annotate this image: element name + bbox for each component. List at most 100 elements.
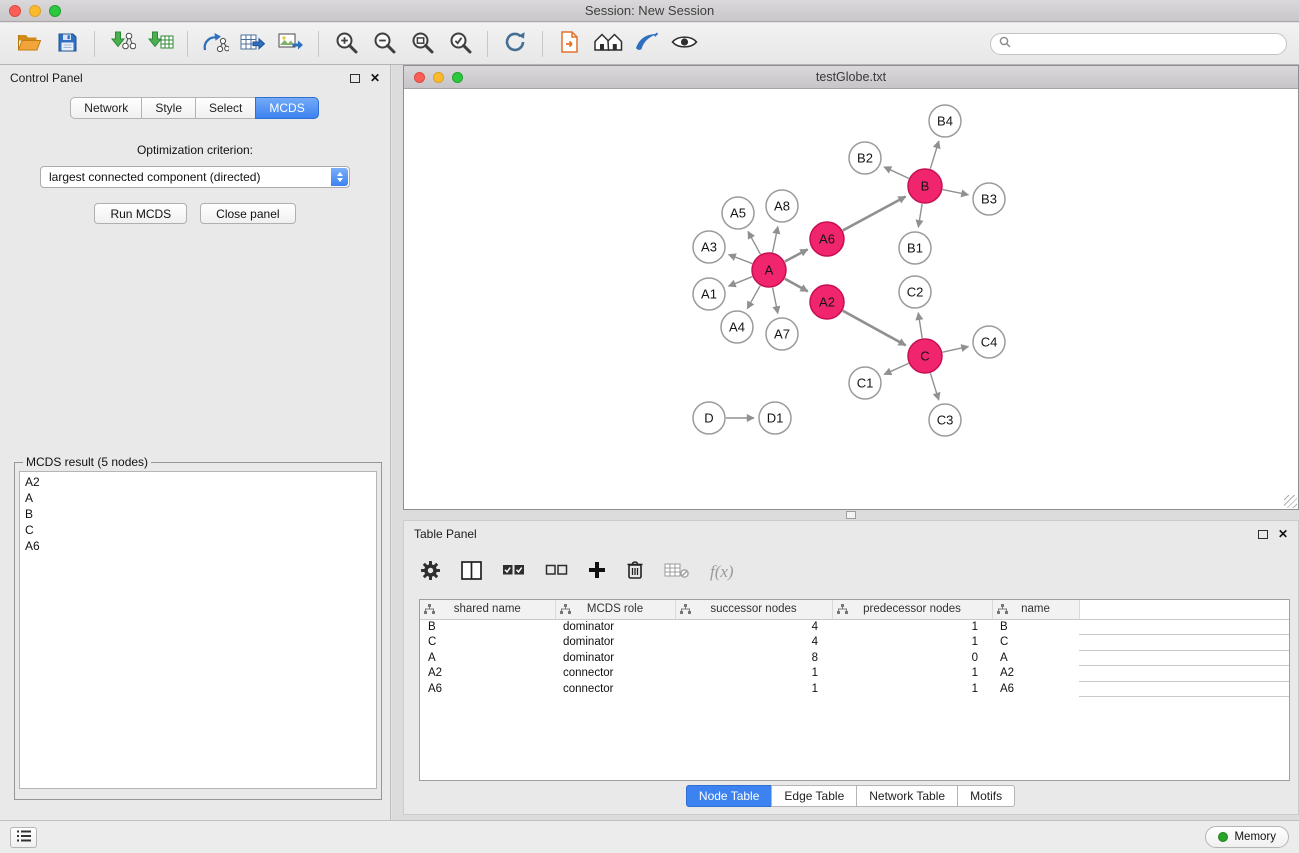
edge-A-A3[interactable] [729,255,753,264]
search-input[interactable] [1016,37,1278,51]
column-header-predecessor-nodes[interactable]: predecessor nodes [832,600,992,619]
tab-network[interactable]: Network [70,97,142,119]
show-hide-button[interactable] [665,27,703,61]
cell-name[interactable]: C [992,635,1079,651]
edge-C-C3[interactable] [930,373,938,400]
optimization-criterion-dropdown[interactable]: largest connected component (directed) [40,166,350,188]
cell-predecessor-nodes[interactable]: 1 [832,619,992,635]
table-row[interactable]: A2connector11A2 [420,666,1289,682]
node-C4[interactable]: C4 [973,326,1005,358]
node-A2[interactable]: A2 [810,285,844,319]
cell-successor-nodes[interactable]: 4 [675,635,832,651]
cell-predecessor-nodes[interactable]: 1 [832,666,992,682]
mcds-result-item[interactable]: B [20,506,376,522]
cell-name[interactable]: B [992,619,1079,635]
float-table-panel-button[interactable] [1258,530,1268,539]
memory-button[interactable]: Memory [1205,826,1289,848]
tab-motifs[interactable]: Motifs [957,785,1015,807]
export-network-button[interactable] [196,27,234,61]
node-A4[interactable]: A4 [721,311,753,343]
select-all-button[interactable] [502,563,525,580]
delete-table-button[interactable] [664,562,690,582]
minimize-network-window-button[interactable] [433,72,444,83]
cell-predecessor-nodes[interactable]: 1 [832,681,992,697]
deselect-all-button[interactable] [545,563,568,580]
mcds-result-list[interactable]: A2ABCA6 [19,471,377,789]
zoom-fit-button[interactable] [403,27,441,61]
cell-shared-name[interactable]: C [420,635,555,651]
cell-successor-nodes[interactable]: 1 [675,666,832,682]
open-session-button[interactable] [10,27,48,61]
column-chooser-button[interactable] [461,561,482,583]
refresh-button[interactable] [496,27,534,61]
cell-mcds-role[interactable]: dominator [555,619,675,635]
cell-successor-nodes[interactable]: 1 [675,681,832,697]
edge-A-A4[interactable] [747,286,760,309]
cell-mcds-role[interactable]: connector [555,666,675,682]
splitter-handle[interactable] [846,511,856,519]
import-table-file-button[interactable] [141,27,179,61]
table-row[interactable]: Cdominator41C [420,635,1289,651]
table-row[interactable]: A6connector11A6 [420,681,1289,697]
node-A5[interactable]: A5 [722,197,754,229]
node-A1[interactable]: A1 [693,278,725,310]
column-header-name[interactable]: name [992,600,1079,619]
tab-select[interactable]: Select [195,97,256,119]
delete-column-button[interactable] [626,560,644,583]
edge-A-A1[interactable] [728,277,752,287]
column-header-mcds-role[interactable]: MCDS role [555,600,675,619]
tab-network-table[interactable]: Network Table [856,785,958,807]
edge-B-B4[interactable] [930,141,939,169]
close-panel-button[interactable]: ✕ [370,72,380,84]
function-builder-button[interactable]: f(x) [710,562,734,582]
edge-A-A2[interactable] [785,279,808,292]
node-D[interactable]: D [693,402,725,434]
cell-shared-name[interactable]: A6 [420,681,555,697]
node-C[interactable]: C [908,339,942,373]
tab-edge-table[interactable]: Edge Table [771,785,857,807]
tab-node-table[interactable]: Node Table [686,785,773,807]
cell-predecessor-nodes[interactable]: 1 [832,635,992,651]
node-D1[interactable]: D1 [759,402,791,434]
node-A[interactable]: A [752,253,786,287]
cell-shared-name[interactable]: A [420,650,555,666]
edge-A-A8[interactable] [773,227,778,253]
node-B4[interactable]: B4 [929,105,961,137]
cell-name[interactable]: A6 [992,681,1079,697]
tab-mcds[interactable]: MCDS [255,97,318,119]
network-graph[interactable]: B4B2BB3A8A5A6A3B1AC2A1A2A4A7C4CC1C3DD1 [404,89,1298,509]
edge-A-A6[interactable] [785,249,808,261]
close-panel-button-secondary[interactable]: Close panel [200,203,295,224]
node-A7[interactable]: A7 [766,318,798,350]
window-resize-grip[interactable] [1284,495,1297,508]
task-history-button[interactable] [10,827,37,848]
edge-C-C1[interactable] [884,363,908,374]
add-column-button[interactable] [588,561,606,582]
cell-name[interactable]: A2 [992,666,1079,682]
cell-mcds-role[interactable]: connector [555,681,675,697]
cell-shared-name[interactable]: A2 [420,666,555,682]
cell-name[interactable]: A [992,650,1079,666]
mcds-result-item[interactable]: A2 [20,474,376,490]
node-B[interactable]: B [908,169,942,203]
node-B3[interactable]: B3 [973,183,1005,215]
edge-C-C2[interactable] [918,313,922,338]
import-network-file-button[interactable] [103,27,141,61]
node-A8[interactable]: A8 [766,190,798,222]
table-row[interactable]: Adominator80A [420,650,1289,666]
column-header-successor-nodes[interactable]: successor nodes [675,600,832,619]
tab-style[interactable]: Style [141,97,196,119]
node-C3[interactable]: C3 [929,404,961,436]
mcds-result-item[interactable]: A [20,490,376,506]
cell-mcds-role[interactable]: dominator [555,650,675,666]
node-B1[interactable]: B1 [899,232,931,264]
edge-B-B2[interactable] [884,167,909,179]
table-settings-button[interactable] [420,560,441,584]
edge-A-A5[interactable] [748,231,760,254]
export-image-button[interactable] [272,27,310,61]
cell-successor-nodes[interactable]: 8 [675,650,832,666]
edge-A-A7[interactable] [773,288,778,314]
save-session-button[interactable] [48,27,86,61]
run-mcds-button[interactable]: Run MCDS [94,203,187,224]
zoom-selected-button[interactable] [441,27,479,61]
